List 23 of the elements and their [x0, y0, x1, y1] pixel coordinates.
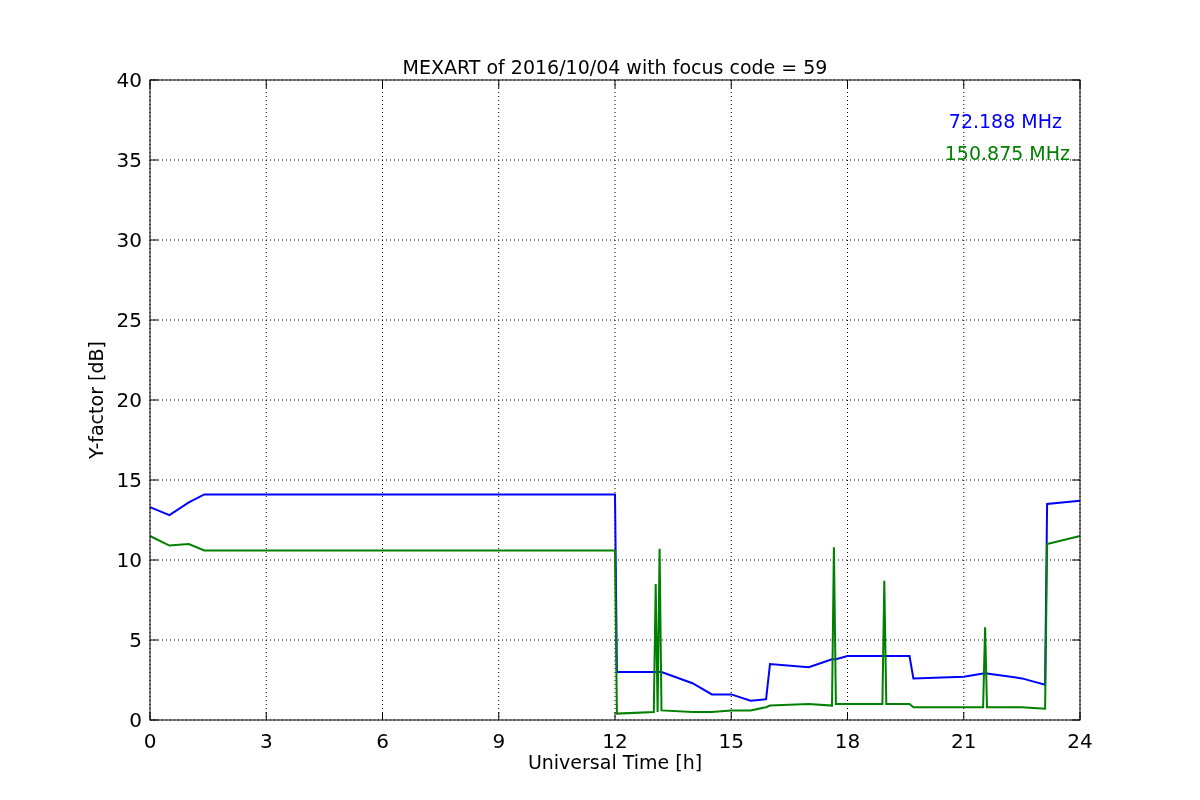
- y-tick-label: 0: [129, 708, 142, 732]
- y-tick-label: 40: [116, 68, 142, 92]
- y-tick-label: 35: [116, 148, 142, 172]
- y-tick-label: 25: [116, 308, 142, 332]
- x-tick-label: 0: [143, 729, 157, 753]
- x-tick-label: 6: [376, 729, 389, 753]
- x-tick-label: 18: [834, 729, 861, 753]
- y-tick-label: 20: [116, 388, 142, 412]
- y-tick-label: 15: [116, 468, 142, 492]
- legend-label: 72.188 MHz: [948, 110, 1062, 132]
- y-tick-label: 10: [116, 548, 142, 572]
- x-axis-label: Universal Time [h]: [527, 751, 703, 773]
- x-tick-label: 24: [1067, 729, 1093, 753]
- legend-label: 150.875 MHz: [944, 142, 1070, 164]
- chart-title: MEXART of 2016/10/04 with focus code = 59: [402, 56, 828, 78]
- x-tick-label: 12: [602, 729, 628, 753]
- y-tick-label: 5: [129, 628, 142, 652]
- y-axis-label: Y-factor [dB]: [85, 341, 107, 459]
- x-tick-label: 3: [259, 729, 273, 753]
- y-tick-label: 30: [116, 228, 142, 252]
- x-tick-label: 9: [492, 729, 506, 753]
- x-tick-label: 15: [718, 729, 744, 753]
- x-tick-label: 21: [951, 729, 977, 753]
